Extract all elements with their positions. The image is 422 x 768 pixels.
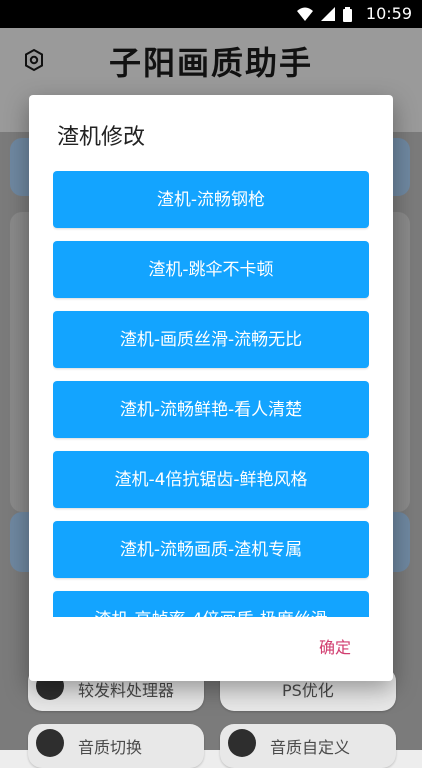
option-button[interactable]: 渣机-4倍抗锯齿-鲜艳风格 (53, 451, 369, 508)
option-button[interactable]: 渣机-流畅画质-渣机专属 (53, 521, 369, 578)
option-list[interactable]: 渣机-流畅钢枪 渣机-跳伞不卡顿 渣机-画质丝滑-流畅无比 渣机-流畅鲜艳-看人… (53, 171, 369, 617)
option-button[interactable]: 渣机-流畅鲜艳-看人清楚 (53, 381, 369, 438)
confirm-button[interactable]: 确定 (313, 633, 357, 659)
dialog-title: 渣机修改 (57, 125, 146, 150)
option-button[interactable]: 渣机-流畅钢枪 (53, 171, 369, 228)
option-button[interactable]: 渣机-高帧率-4倍画质-极度丝滑 (53, 591, 369, 617)
option-button[interactable]: 渣机-画质丝滑-流畅无比 (53, 311, 369, 368)
option-dialog: 渣机修改 渣机-流畅钢枪 渣机-跳伞不卡顿 渣机-画质丝滑-流畅无比 渣机-流畅… (29, 95, 393, 681)
option-button[interactable]: 渣机-跳伞不卡顿 (53, 241, 369, 298)
